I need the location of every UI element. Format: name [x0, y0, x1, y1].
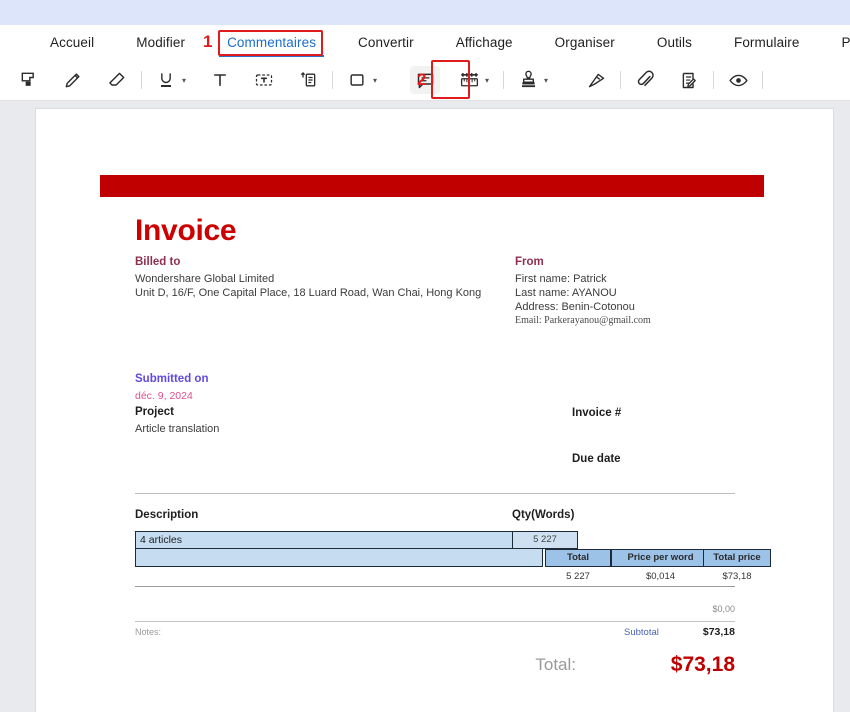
ribbon-tab-bar: Accueil Modifier Commentaires Convertir … — [0, 25, 850, 59]
from-email: Email: Parkerayanou@gmail.com — [515, 315, 651, 326]
tab-convertir[interactable]: Convertir — [356, 35, 416, 50]
signature-icon — [581, 66, 611, 94]
title-bar — [0, 0, 850, 25]
toolbar-separator-2 — [332, 71, 333, 89]
due-date-label: Due date — [572, 453, 621, 465]
project-label: Project — [135, 406, 174, 418]
view-comments-tool[interactable] — [723, 65, 753, 95]
rectangle-shape-tool[interactable]: ▾ — [342, 65, 382, 95]
zero-amount: $0,00 — [712, 604, 735, 614]
tab-outils[interactable]: Outils — [655, 35, 694, 50]
billed-to-address: Unit D, 16/F, One Capital Place, 18 Luar… — [135, 287, 482, 299]
subtotal-label: Subtotal — [624, 627, 659, 638]
table-header-description: Description — [135, 509, 199, 521]
text-tool[interactable] — [205, 65, 235, 95]
tab-protection[interactable]: Protection — [839, 35, 850, 50]
underline-icon — [151, 66, 181, 94]
invoice-number-label: Invoice # — [572, 407, 622, 419]
callout-icon — [293, 66, 323, 94]
stamp-tool[interactable]: ▾ — [513, 65, 553, 95]
note-edit-tool[interactable] — [674, 65, 704, 95]
value-total: 5 227 — [566, 571, 590, 582]
tab-accueil[interactable]: Accueil — [48, 35, 96, 50]
tab-modifier[interactable]: Modifier — [134, 35, 187, 50]
table-header-qty: Qty(Words) — [512, 509, 575, 521]
toolbar-separator-6 — [762, 71, 763, 89]
eraser-tool[interactable] — [102, 65, 132, 95]
measure-tool[interactable]: ▾ — [454, 65, 494, 95]
submitted-on-date: déc. 9, 2024 — [135, 390, 193, 402]
toolbar-separator-1 — [141, 71, 142, 89]
pencil-icon — [58, 66, 88, 94]
chevron-down-icon[interactable]: ▾ — [541, 66, 551, 94]
divider-above-notes — [135, 621, 735, 622]
stamp-icon — [513, 66, 543, 94]
project-value: Article translation — [135, 423, 220, 435]
from-address: Address: Benin-Cotonou — [515, 301, 635, 313]
subheader-total: Total — [545, 549, 611, 567]
attachment-tool[interactable] — [630, 65, 660, 95]
billed-to-label: Billed to — [135, 256, 181, 268]
billed-to-company: Wondershare Global Limited — [135, 273, 275, 285]
tab-commentaires[interactable]: Commentaires — [219, 35, 325, 57]
invoice-header-band — [100, 175, 764, 197]
chevron-down-icon[interactable]: ▾ — [370, 66, 380, 94]
toolbar-separator-4 — [620, 71, 621, 89]
from-first-name: First name: Patrick — [515, 273, 607, 285]
submitted-on-label: Submitted on — [135, 373, 209, 385]
eraser-icon — [102, 66, 132, 94]
highlight-tool[interactable] — [14, 65, 44, 95]
note-edit-icon — [674, 66, 704, 94]
text-icon — [205, 66, 235, 94]
rectangle-shape-icon — [342, 66, 372, 94]
divider-above-table — [135, 493, 735, 494]
value-price-per-word: $0,014 — [645, 571, 676, 582]
highlight-icon — [14, 66, 44, 94]
line-item-description: 4 articles — [140, 534, 183, 546]
value-total-price: $73,18 — [722, 571, 752, 582]
tab-affichage[interactable]: Affichage — [454, 35, 515, 50]
chevron-down-icon[interactable]: ▾ — [179, 66, 189, 94]
tab-organiser[interactable]: Organiser — [553, 35, 617, 50]
chevron-down-icon[interactable]: ▾ — [482, 66, 492, 94]
subtotal-value: $73,18 — [702, 626, 735, 638]
annotation-marker-2: 2 — [417, 70, 427, 89]
callout-tool[interactable] — [293, 65, 323, 95]
divider-below-table — [135, 586, 735, 587]
underline-tool[interactable]: ▾ — [151, 65, 191, 95]
subheader-total-price: Total price — [703, 549, 771, 567]
invoice-title: Invoice — [135, 214, 237, 247]
selected-row-description[interactable] — [135, 531, 543, 549]
total-label: Total: — [535, 655, 576, 674]
measure-icon — [454, 66, 484, 94]
subheader-price-per-word: Price per word — [611, 549, 710, 567]
document-viewer[interactable]: Invoice Billed to Wondershare Global Lim… — [0, 101, 850, 712]
annotation-marker-1: 1 — [203, 32, 213, 51]
attachment-icon — [630, 66, 660, 94]
application-window: Accueil Modifier Commentaires Convertir … — [0, 0, 850, 712]
signature-tool[interactable] — [581, 65, 611, 95]
pdf-page[interactable]: Invoice Billed to Wondershare Global Lim… — [36, 109, 833, 712]
from-last-name: Last name: AYANOU — [515, 287, 617, 299]
pencil-tool[interactable] — [58, 65, 88, 95]
text-box-tool[interactable] — [249, 65, 279, 95]
text-box-icon — [249, 66, 279, 94]
from-label: From — [515, 256, 544, 268]
toolbar-separator-3 — [503, 71, 504, 89]
tab-formulaire[interactable]: Formulaire — [732, 35, 802, 50]
selected-row-blank[interactable] — [135, 549, 543, 567]
notes-label: Notes: — [135, 627, 162, 637]
line-item-qty-value: 5 227 — [533, 534, 557, 545]
total-value: $73,18 — [670, 653, 735, 676]
toolbar-separator-5 — [713, 71, 714, 89]
eye-icon — [723, 66, 753, 94]
